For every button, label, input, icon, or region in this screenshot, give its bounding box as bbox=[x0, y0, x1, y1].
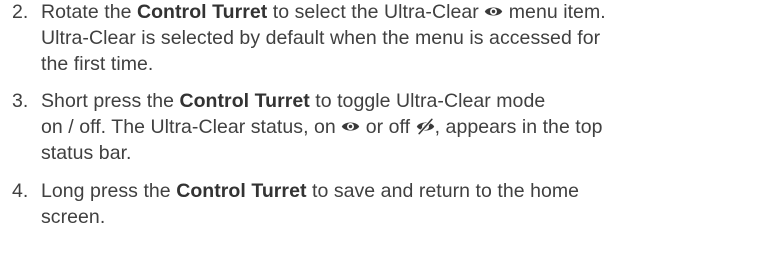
step-2: 2. Rotate the Control Turret to select t… bbox=[12, 0, 762, 77]
eye-off-icon bbox=[416, 117, 435, 136]
step-line: on / off. The Ultra-Clear status, on or … bbox=[41, 115, 762, 141]
step-line: the first time. bbox=[41, 52, 154, 75]
step-text: or off bbox=[360, 116, 416, 139]
step-text: , appears in the top bbox=[434, 116, 603, 139]
control-turret-term: Control Turret bbox=[176, 179, 307, 202]
step-3: 3. Short press the Control Turret to tog… bbox=[12, 89, 762, 166]
step-text: Short press the bbox=[41, 90, 180, 113]
step-text: to save and return to the home bbox=[306, 179, 580, 202]
step-text: on / off. The Ultra-Clear status, on bbox=[41, 116, 342, 139]
step-line: Long press the Control Turret to save an… bbox=[41, 179, 762, 205]
step-4: 4. Long press the Control Turret to save… bbox=[12, 179, 762, 231]
eye-icon bbox=[484, 2, 503, 21]
step-text: Long press the bbox=[41, 179, 177, 202]
step-text: to toggle Ultra-Clear mode bbox=[309, 90, 546, 113]
step-number: 3. bbox=[12, 90, 29, 113]
step-text: to select the Ultra-Clear bbox=[267, 1, 485, 23]
eye-icon bbox=[341, 117, 360, 136]
step-line: screen. bbox=[41, 205, 106, 228]
step-line: Short press the Control Turret to toggle… bbox=[41, 89, 762, 115]
instruction-steps: 2. Rotate the Control Turret to select t… bbox=[12, 0, 762, 231]
step-number: 2. bbox=[12, 1, 29, 23]
step-line: Rotate the Control Turret to select the … bbox=[41, 0, 762, 26]
control-turret-term: Control Turret bbox=[136, 1, 268, 23]
step-number: 4. bbox=[12, 179, 29, 202]
step-text: Rotate the bbox=[41, 1, 137, 23]
step-line: status bar. bbox=[41, 141, 132, 164]
control-turret-term: Control Turret bbox=[179, 90, 310, 113]
step-text: menu item. bbox=[503, 1, 606, 23]
step-line: Ultra-Clear is selected by default when … bbox=[41, 26, 601, 49]
